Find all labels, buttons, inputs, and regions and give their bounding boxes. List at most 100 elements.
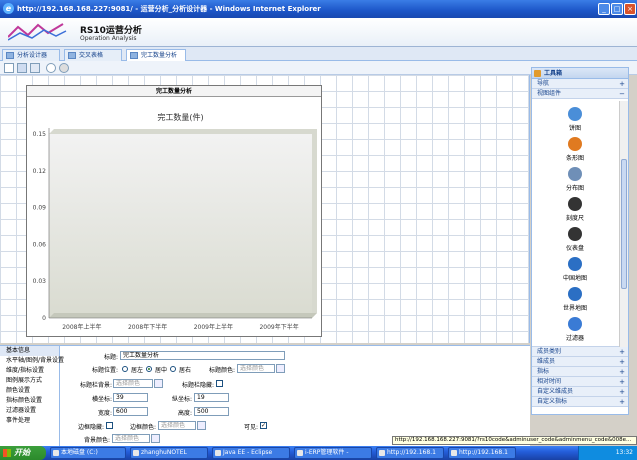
title-hide-checkbox[interactable] bbox=[216, 380, 223, 387]
scroll-thumb[interactable] bbox=[621, 159, 627, 289]
collapse-icon[interactable]: − bbox=[619, 90, 625, 98]
color-picker-icon[interactable] bbox=[151, 434, 160, 443]
color-picker-icon[interactable] bbox=[276, 364, 285, 373]
section-label: 相对时间 bbox=[537, 378, 562, 385]
toolbox-section[interactable]: 自定义指标 + bbox=[532, 397, 628, 407]
taskbar-label: i-ERP管理软件 - bbox=[305, 449, 349, 456]
position-right-label: 居右 bbox=[179, 367, 192, 374]
widget-label: 仪表盘 bbox=[565, 245, 584, 252]
visible-checkbox[interactable]: ✓ bbox=[260, 422, 267, 429]
title-field[interactable]: 完工数量分析 bbox=[120, 351, 285, 360]
search-icon[interactable] bbox=[46, 63, 56, 73]
width-field[interactable]: 600 bbox=[113, 407, 148, 416]
widget-item[interactable]: 世界地图 bbox=[532, 287, 618, 312]
y-coord-field[interactable]: 19 bbox=[194, 393, 229, 402]
section-label: 指标 bbox=[537, 368, 550, 375]
dial-icon bbox=[568, 197, 582, 211]
new-icon[interactable] bbox=[4, 63, 14, 73]
widget-item[interactable]: 饼图 bbox=[532, 107, 618, 132]
title-bg-field[interactable]: 选择颜色 bbox=[113, 379, 153, 388]
taskbar-button[interactable]: i-ERP管理软件 - bbox=[294, 447, 372, 459]
taskbar-label: 本地磁盘 (C:) bbox=[61, 449, 98, 456]
widget-item[interactable]: 中国地图 bbox=[532, 257, 618, 282]
clock: 13:32 bbox=[615, 449, 633, 456]
border-color-field[interactable]: 选择颜色 bbox=[158, 421, 196, 430]
widget-item[interactable]: 刻度尺 bbox=[532, 197, 618, 222]
taskbar-button[interactable]: zhanghuNOTEL bbox=[130, 447, 208, 459]
toolbox-section[interactable]: 维成员 + bbox=[532, 357, 628, 367]
toolbox-scrollbar[interactable] bbox=[619, 101, 628, 349]
expand-icon[interactable]: + bbox=[619, 378, 625, 386]
section-label: 维成员 bbox=[537, 358, 556, 365]
prop-menu-color[interactable]: 颜色设置 bbox=[0, 386, 59, 396]
tab-crosstab[interactable]: 交叉表格 bbox=[64, 49, 122, 61]
prop-menu-axis[interactable]: 水平轴/图例/背景设置 bbox=[0, 356, 64, 366]
app-icon bbox=[451, 450, 457, 456]
save-icon[interactable] bbox=[17, 63, 27, 73]
design-canvas[interactable]: 完工数量分析 完工数量(件) 0.15 0.12 0.09 0.06 0.03 0 2008年… bbox=[0, 75, 530, 343]
prop-menu-metric-color[interactable]: 指标颜色设置 bbox=[0, 396, 59, 406]
color-picker-icon[interactable] bbox=[197, 421, 206, 430]
toolbox-section[interactable]: 相对时间 + bbox=[532, 377, 628, 387]
expand-icon[interactable]: + bbox=[619, 348, 625, 356]
close-button[interactable]: × bbox=[624, 3, 636, 15]
start-button[interactable]: 开始 bbox=[0, 446, 46, 460]
toolbox-section[interactable]: 自定义维成员 + bbox=[532, 387, 628, 397]
taskbar-button[interactable]: Java EE - Eclipse bbox=[212, 447, 290, 459]
table-icon bbox=[68, 52, 76, 59]
filter-icon bbox=[568, 317, 582, 331]
height-field[interactable]: 500 bbox=[194, 407, 229, 416]
ie-icon: e bbox=[3, 3, 14, 14]
maximize-button[interactable]: □ bbox=[611, 3, 623, 15]
position-center-radio[interactable] bbox=[146, 366, 152, 372]
prop-menu-legend[interactable]: 图例展示方式 bbox=[0, 376, 59, 386]
title-position-label: 标题位置: bbox=[91, 367, 118, 374]
app-icon bbox=[215, 450, 221, 456]
expand-icon[interactable]: + bbox=[619, 358, 625, 366]
x-coord-label: 横坐标: bbox=[91, 396, 112, 403]
x-tick-label: 2008年下半年 bbox=[128, 323, 167, 331]
toolbox-section[interactable]: 指标 + bbox=[532, 367, 628, 377]
prop-menu-dimension[interactable]: 维度/指标设置 bbox=[0, 366, 59, 376]
color-picker-icon[interactable] bbox=[154, 379, 163, 388]
x-coord-field[interactable]: 39 bbox=[113, 393, 148, 402]
prop-menu-events[interactable]: 事件处理 bbox=[0, 416, 59, 426]
chart-panel[interactable]: 完工数量分析 完工数量(件) 0.15 0.12 0.09 0.06 0.03 0 2008年… bbox=[26, 85, 322, 337]
widget-list: 饼图条形图分布图刻度尺仪表盘中国地图世界地图过滤器 bbox=[532, 99, 628, 347]
widget-item[interactable]: 条形图 bbox=[532, 137, 618, 162]
status-url: http://192.168.168.227:9081/?rs10code&ad… bbox=[392, 436, 637, 445]
section-label: 自定义维成员 bbox=[537, 388, 574, 395]
settings-icon[interactable] bbox=[59, 63, 69, 73]
section-view-components[interactable]: 视图组件 − bbox=[532, 89, 628, 99]
toolbox-section[interactable]: 成员类别 + bbox=[532, 347, 628, 357]
tab-label: 交叉表格 bbox=[79, 52, 104, 59]
y-tick-label: 0.12 bbox=[33, 168, 47, 175]
tab-designer[interactable]: 分析设计器 bbox=[2, 49, 60, 61]
section-navigation[interactable]: 导航 + bbox=[532, 79, 628, 89]
border-hide-checkbox[interactable] bbox=[106, 422, 113, 429]
expand-icon[interactable]: + bbox=[619, 398, 625, 406]
start-label: 开始 bbox=[14, 448, 30, 457]
title-color-field[interactable]: 选择颜色 bbox=[237, 364, 275, 373]
copy-icon[interactable] bbox=[30, 63, 40, 73]
widget-item[interactable]: 分布图 bbox=[532, 167, 618, 192]
taskbar-button[interactable]: http://192.168.1 bbox=[448, 447, 516, 459]
taskbar-button[interactable]: 本地磁盘 (C:) bbox=[50, 447, 126, 459]
prop-menu-filter[interactable]: 过滤器设置 bbox=[0, 406, 59, 416]
world-map-icon bbox=[568, 287, 582, 301]
tab-completion-analysis[interactable]: 完工数量分析 bbox=[126, 49, 186, 61]
border-hide-label: 边框隐藏: bbox=[77, 424, 104, 431]
widget-item[interactable]: 仪表盘 bbox=[532, 227, 618, 252]
widget-item[interactable]: 过滤器 bbox=[532, 317, 618, 342]
expand-icon[interactable]: + bbox=[619, 80, 625, 88]
width-label: 宽度: bbox=[97, 410, 112, 417]
expand-icon[interactable]: + bbox=[619, 388, 625, 396]
prop-menu-basic[interactable]: 基本信息 bbox=[0, 346, 59, 356]
bg-color-field[interactable]: 选择颜色 bbox=[112, 434, 150, 443]
position-left-radio[interactable] bbox=[122, 366, 128, 372]
position-right-radio[interactable] bbox=[170, 366, 176, 372]
expand-icon[interactable]: + bbox=[619, 368, 625, 376]
taskbar-button[interactable]: http://192.168.1 bbox=[376, 447, 444, 459]
widget-label: 条形图 bbox=[565, 155, 584, 162]
minimize-button[interactable]: _ bbox=[598, 3, 610, 15]
